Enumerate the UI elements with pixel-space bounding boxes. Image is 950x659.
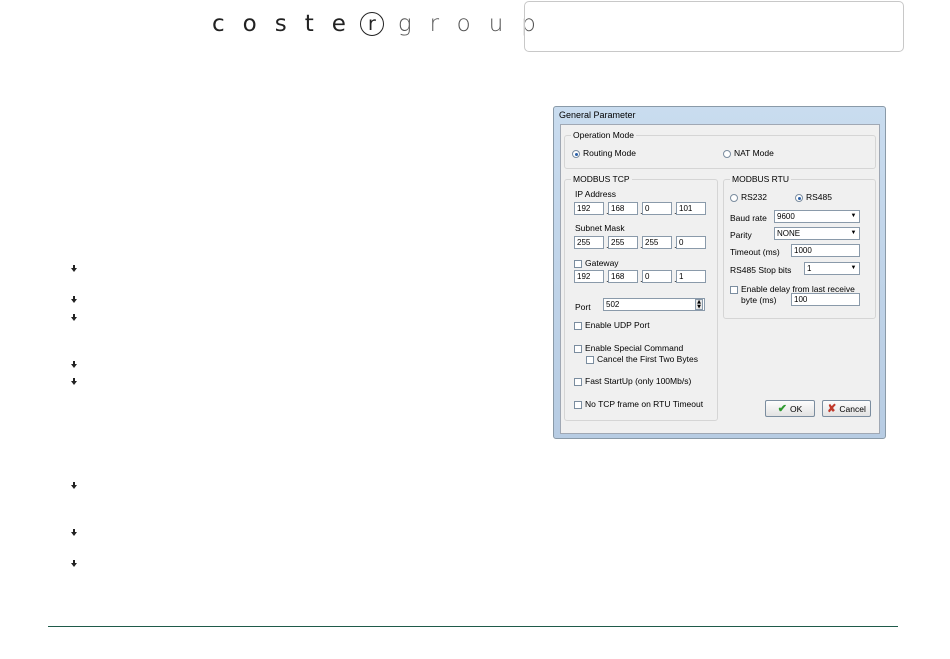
baud-rate-label: Baud rate [730,213,767,223]
rs485-label[interactable]: RS485 [806,192,832,202]
fast-startup-label[interactable]: Fast StartUp (only 100Mb/s) [585,376,691,386]
gateway-octet-2[interactable]: 168 [608,270,638,283]
enable-udp-port-checkbox[interactable] [574,322,582,330]
nat-mode-label[interactable]: NAT Mode [734,148,774,158]
operation-mode-label: Operation Mode [571,130,636,140]
arrow-bullet-icon [69,559,79,569]
arrow-bullet-icon [69,264,79,274]
chevron-down-icon: ▼ [850,265,857,271]
routing-mode-label[interactable]: Routing Mode [583,148,636,158]
modbus-rtu-group: MODBUS RTU RS232 RS485 Baud rate 9600 ▼ … [723,174,876,319]
close-icon: ✘ [827,403,837,415]
modbus-rtu-label: MODBUS RTU [730,174,791,184]
dialog-title: General Parameter [559,110,636,120]
enable-special-command-checkbox[interactable] [574,345,582,353]
ok-button[interactable]: ✔ OK [765,400,815,417]
gateway-octet-4[interactable]: 1 [676,270,706,283]
parity-label: Parity [730,230,752,240]
subnet-mask-octet-3[interactable]: 255 [642,236,672,249]
logo-text-left: coste [212,11,364,37]
parity-select[interactable]: NONE ▼ [774,227,860,240]
gateway-label[interactable]: Gateway [585,258,619,268]
arrow-bullet-icon [69,313,79,323]
logo-registered-mark: r [359,12,384,36]
baud-rate-value: 9600 [777,212,795,221]
subnet-mask-label: Subnet Mask [575,223,625,233]
arrow-bullet-icon [69,481,79,491]
ip-address-octet-3[interactable]: 0 [642,202,672,215]
enable-special-command-label[interactable]: Enable Special Command [585,343,683,353]
cancel-button[interactable]: ✘ Cancel [822,400,871,417]
rs232-label[interactable]: RS232 [741,192,767,202]
enable-delay-checkbox[interactable] [730,286,738,294]
subnet-mask-octet-2[interactable]: 255 [608,236,638,249]
timeout-label: Timeout (ms) [730,247,780,257]
ip-address-octet-2[interactable]: 168 [608,202,638,215]
port-spin-icon[interactable]: ▲ ▼ [695,299,703,310]
gateway-octet-3[interactable]: 0 [642,270,672,283]
no-tcp-frame-checkbox[interactable] [574,401,582,409]
rs485-stop-bits-label: RS485 Stop bits [730,265,792,275]
arrow-bullet-icon [69,377,79,387]
timeout-input[interactable]: 1000 [791,244,860,257]
chevron-down-icon: ▼ [850,213,857,219]
rs485-radio[interactable] [795,194,803,202]
fast-startup-checkbox[interactable] [574,378,582,386]
ok-button-label: OK [789,403,803,414]
rs232-radio[interactable] [730,194,738,202]
subnet-mask-octet-1[interactable]: 255 [574,236,604,249]
routing-mode-radio[interactable] [572,150,580,158]
modbus-tcp-label: MODBUS TCP [571,174,632,184]
chevron-down-icon: ▼ [850,230,857,236]
parity-value: NONE [777,229,801,238]
dialog-body: Operation Mode Routing Mode NAT Mode MOD… [560,124,880,434]
rs485-stop-bits-select[interactable]: 1 ▼ [804,262,860,275]
rs485-stop-bits-value: 1 [807,264,812,273]
ip-address-octet-4[interactable]: 101 [676,202,706,215]
port-input[interactable]: 502 [603,298,705,311]
enable-delay-unit-label: byte (ms) [741,295,777,305]
arrow-bullet-icon [69,360,79,370]
no-tcp-frame-label[interactable]: No TCP frame on RTU Timeout [585,399,703,409]
header-box [524,1,904,52]
arrow-bullet-icon [69,528,79,538]
subnet-mask-octet-4[interactable]: 0 [676,236,706,249]
gateway-octet-1[interactable]: 192 [574,270,604,283]
cancel-first-two-bytes-label[interactable]: Cancel the First Two Bytes [597,354,698,364]
gateway-checkbox[interactable] [574,260,582,268]
operation-mode-group: Operation Mode Routing Mode NAT Mode [564,130,876,169]
delay-input[interactable]: 100 [791,293,860,306]
coster-group-logo: coste r group [212,8,554,40]
ip-address-octet-1[interactable]: 192 [574,202,604,215]
baud-rate-select[interactable]: 9600 ▼ [774,210,860,223]
footer-divider [48,626,898,627]
ip-address-label: IP Address [575,189,616,199]
check-icon: ✔ [777,403,787,415]
enable-udp-port-label[interactable]: Enable UDP Port [585,320,650,330]
cancel-first-two-bytes-checkbox[interactable] [586,356,594,364]
arrow-bullet-icon [69,295,79,305]
cancel-button-label: Cancel [839,403,866,414]
port-label: Port [575,302,591,312]
general-parameter-dialog: General Parameter Operation Mode Routing… [553,106,886,439]
modbus-tcp-group: MODBUS TCP IP Address 192 . 168 . 0 . 10… [564,174,718,421]
nat-mode-radio[interactable] [723,150,731,158]
